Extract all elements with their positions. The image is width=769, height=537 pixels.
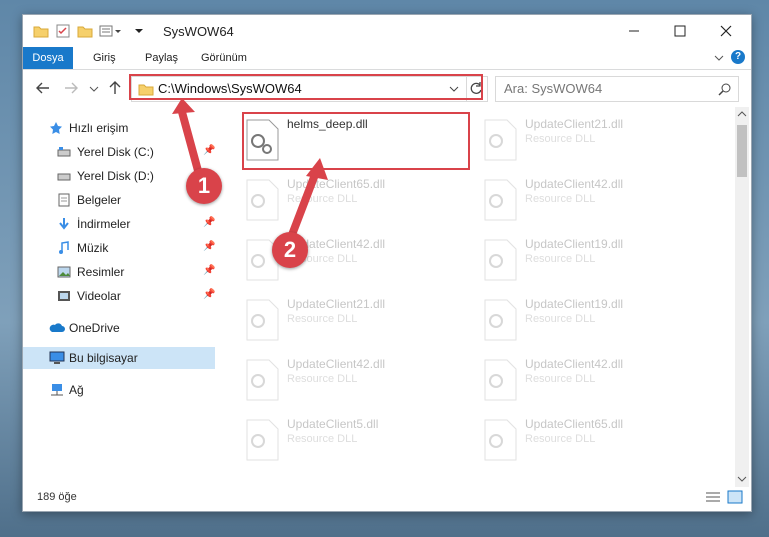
arrow-head-icon [172,98,195,114]
step-1-badge: 1 [186,168,222,204]
arrow-head-icon [306,158,328,180]
annotation-arrows [172,98,328,242]
step-2-badge: 2 [272,232,308,268]
arrow-to-file [286,170,320,242]
